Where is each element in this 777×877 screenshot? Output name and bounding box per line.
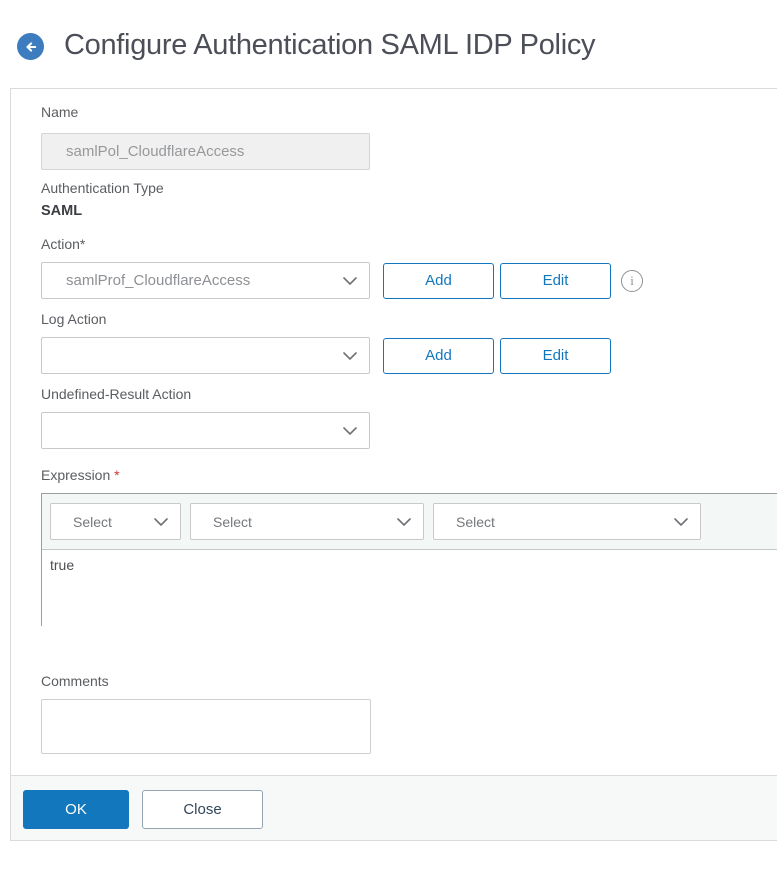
action-label: Action* xyxy=(41,236,86,252)
back-button[interactable] xyxy=(17,33,44,60)
action-edit-button[interactable]: Edit xyxy=(500,262,611,299)
expression-select-2-placeholder: Select xyxy=(213,513,252,530)
ok-button[interactable]: OK xyxy=(23,790,129,829)
chevron-down-icon xyxy=(343,422,357,440)
log-action-add-button[interactable]: Add xyxy=(383,337,494,374)
action-row: samlProf_CloudflareAccess Add Edit i xyxy=(41,262,643,299)
name-input xyxy=(41,133,370,170)
undefined-result-action-select[interactable] xyxy=(41,412,370,449)
expression-select-1[interactable]: Select xyxy=(50,503,181,540)
authentication-type-value: SAML xyxy=(41,203,83,219)
chevron-down-icon xyxy=(674,513,688,531)
close-button[interactable]: Close xyxy=(142,790,263,829)
comments-textarea[interactable] xyxy=(41,699,371,754)
footer-bar: OK Close xyxy=(11,775,777,840)
log-action-row: Add Edit xyxy=(41,337,611,374)
expression-select-1-placeholder: Select xyxy=(73,513,112,530)
form-panel: Name Authentication Type SAML Action* sa… xyxy=(10,88,777,841)
page-title: Configure Authentication SAML IDP Policy xyxy=(64,29,596,61)
expression-select-3-placeholder: Select xyxy=(456,513,495,530)
log-action-select[interactable] xyxy=(41,337,370,374)
log-action-edit-button[interactable]: Edit xyxy=(500,337,611,374)
expression-textarea[interactable]: true xyxy=(42,550,777,626)
chevron-down-icon xyxy=(343,272,357,290)
expression-label: Expression * xyxy=(41,466,120,484)
chevron-down-icon xyxy=(397,513,411,531)
action-add-button[interactable]: Add xyxy=(383,262,494,299)
expression-editor: Select Select Select true xyxy=(41,493,777,626)
info-icon[interactable]: i xyxy=(621,269,643,292)
chevron-down-icon xyxy=(154,513,168,531)
action-select[interactable]: samlProf_CloudflareAccess xyxy=(41,262,370,299)
expression-label-text: Expression xyxy=(41,467,111,483)
comments-label: Comments xyxy=(41,673,109,689)
expression-select-2[interactable]: Select xyxy=(190,503,424,540)
undefined-result-action-label: Undefined-Result Action xyxy=(41,386,192,402)
log-action-label: Log Action xyxy=(41,311,107,327)
action-select-value: samlProf_CloudflareAccess xyxy=(66,272,251,289)
name-label: Name xyxy=(41,104,79,120)
arrow-left-icon xyxy=(23,39,39,55)
expression-toolbar: Select Select Select xyxy=(42,494,777,550)
expression-select-3[interactable]: Select xyxy=(433,503,701,540)
chevron-down-icon xyxy=(343,347,357,365)
authentication-type-label: Authentication Type xyxy=(41,180,164,196)
expression-required-mark: * xyxy=(114,467,120,483)
page-header: Configure Authentication SAML IDP Policy xyxy=(0,0,777,88)
